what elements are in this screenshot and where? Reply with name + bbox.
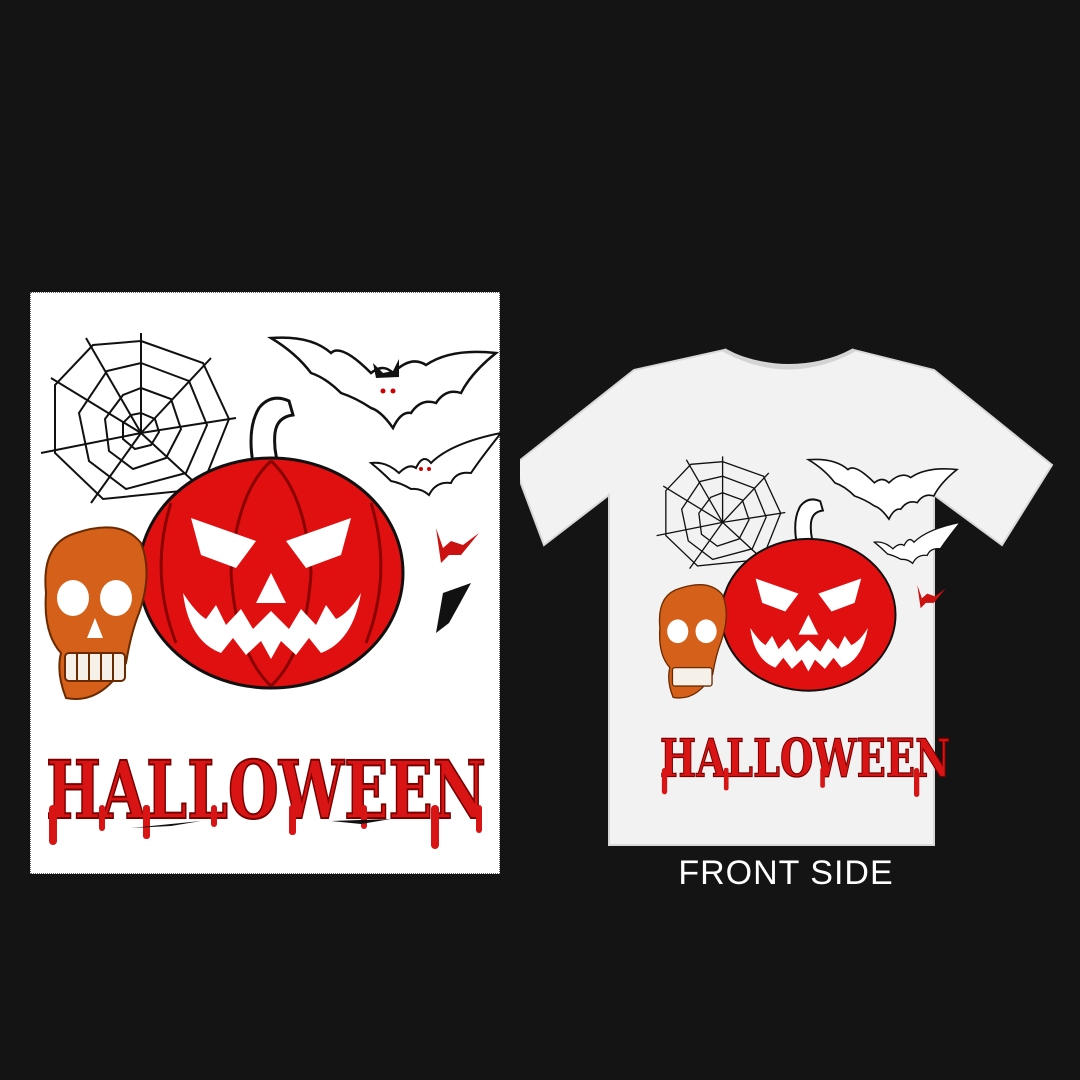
mockup-caption: FRONT SIDE xyxy=(678,854,894,892)
bat-icon xyxy=(436,528,479,563)
skull-icon xyxy=(44,526,148,700)
pumpkin-icon xyxy=(137,396,405,690)
bat-icon xyxy=(266,336,500,431)
halloween-wordmark: HALLOWEEN xyxy=(46,743,486,837)
halloween-wordmark: HALLOWEEN xyxy=(660,728,950,790)
tshirt-icon: HALLOWEEN xyxy=(520,348,1054,846)
bat-icon xyxy=(436,583,471,633)
halloween-artwork: HALLOWEEN xyxy=(40,333,501,849)
tshirt-mockup: HALLOWEEN xyxy=(520,345,1055,855)
bat-icon xyxy=(368,431,501,497)
print-area-panel: HALLOWEEN xyxy=(30,292,501,874)
